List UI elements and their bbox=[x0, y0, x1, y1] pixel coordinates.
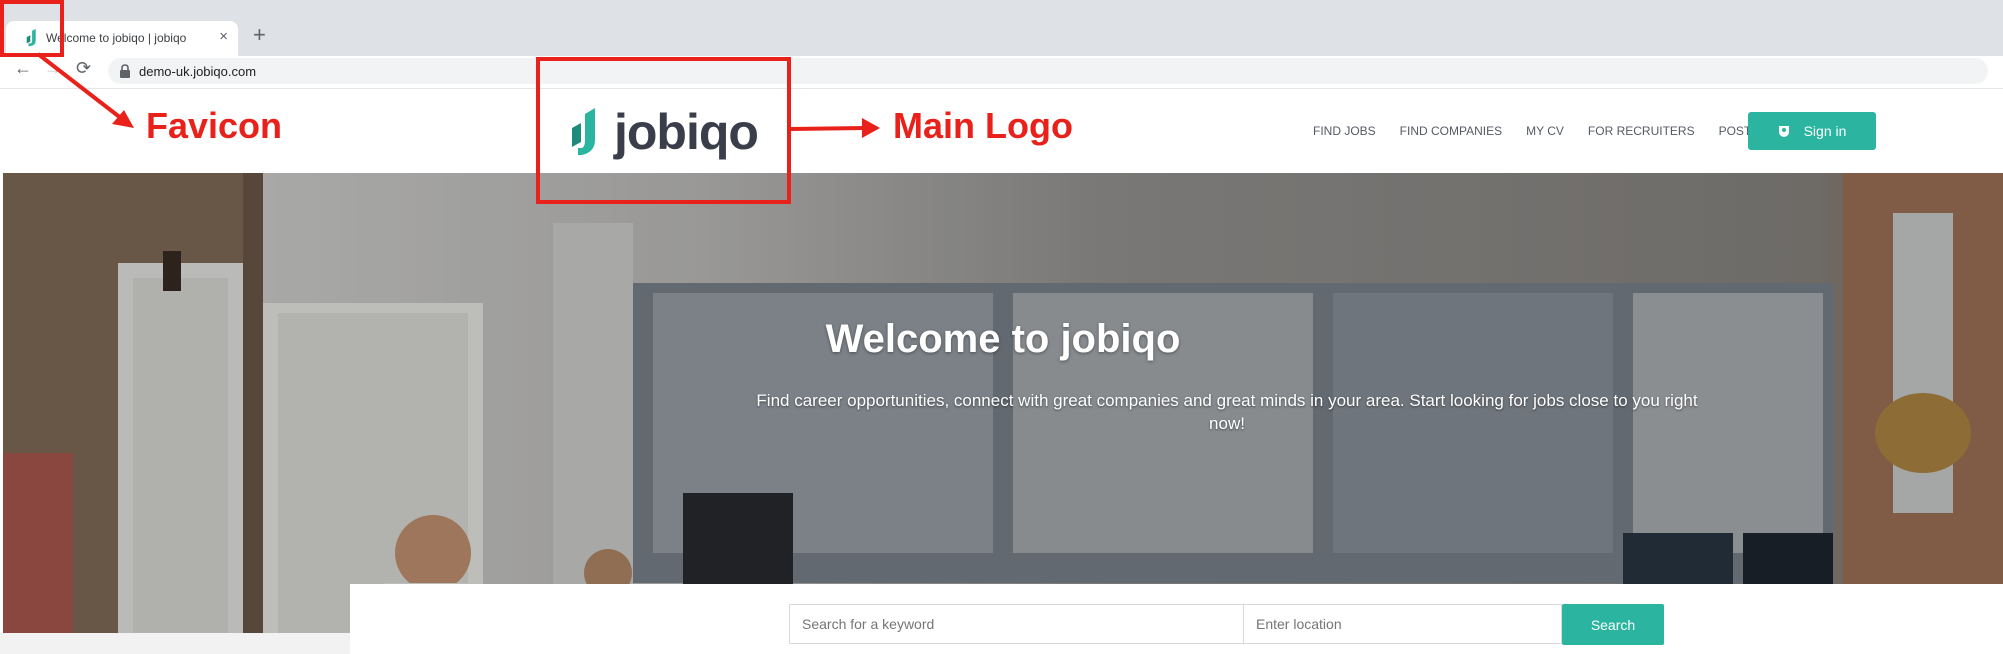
logo-annotation-label: Main Logo bbox=[893, 105, 1073, 146]
nav-find-companies[interactable]: FIND COMPANIES bbox=[1400, 124, 1502, 138]
nav-for-recruiters[interactable]: FOR RECRUITERS bbox=[1588, 124, 1695, 138]
hero-banner: Welcome to jobiqo Find career opportunit… bbox=[3, 173, 2003, 633]
logo-highlight-box bbox=[536, 57, 791, 204]
main-nav: FIND JOBS FIND COMPANIES MY CV FOR RECRU… bbox=[1313, 124, 1812, 138]
browser-toolbar: ← → ⟳ demo-uk.jobiqo.com bbox=[0, 56, 2003, 89]
nav-find-jobs[interactable]: FIND JOBS bbox=[1313, 124, 1376, 138]
tab-close-icon[interactable]: × bbox=[219, 28, 228, 45]
shield-user-icon bbox=[1778, 126, 1789, 137]
search-button[interactable]: Search bbox=[1562, 604, 1664, 645]
favicon-highlight-box bbox=[0, 0, 64, 57]
keyword-search-input[interactable] bbox=[789, 604, 1244, 644]
hero-subtitle: Find career opportunities, connect with … bbox=[756, 391, 1698, 433]
hero-footer-strip bbox=[0, 633, 350, 654]
address-bar[interactable]: demo-uk.jobiqo.com bbox=[108, 58, 1988, 84]
browser-tabstrip: Welcome to jobiqo | jobiqo × + bbox=[0, 0, 2003, 56]
hero-title: Welcome to jobiqo bbox=[825, 317, 1181, 361]
tab-title: Welcome to jobiqo | jobiqo bbox=[46, 31, 187, 45]
logo-arrow-icon bbox=[789, 118, 880, 138]
nav-my-cv[interactable]: MY CV bbox=[1526, 124, 1564, 138]
sign-in-label: Sign in bbox=[1803, 123, 1847, 139]
favicon-annotation-label: Favicon bbox=[146, 105, 283, 146]
new-tab-icon[interactable]: + bbox=[253, 22, 266, 48]
location-input[interactable] bbox=[1244, 604, 1562, 644]
sign-in-button[interactable]: Sign in bbox=[1748, 112, 1876, 150]
